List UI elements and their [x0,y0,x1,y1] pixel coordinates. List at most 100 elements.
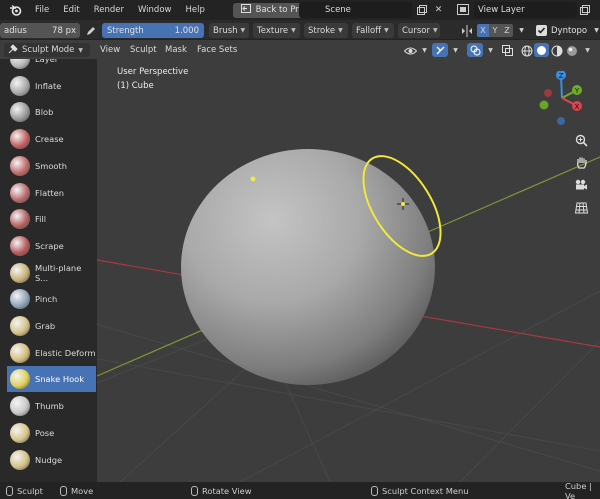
mode-label: Sculpt Mode [22,45,75,55]
menu-face-sets[interactable]: Face Sets [197,43,237,57]
strength-field[interactable]: Strength 1.000 [102,23,204,38]
copy-scene-icon[interactable] [415,3,428,16]
brush-pinch[interactable]: Pinch [7,286,96,312]
brush-snake-hook[interactable]: Snake Hook [7,366,96,393]
multi-plane-s-brush-icon [10,262,30,283]
view-layer-selector[interactable]: View Layer [474,2,577,18]
pinch-brush-icon [10,289,30,310]
flatten-brush-icon [10,182,30,203]
status-rotate-hint: Rotate View [191,482,252,499]
delete-scene-icon[interactable]: ✕ [432,3,445,16]
brush-label: Elastic Deform [35,347,96,358]
symmetry-x-toggle[interactable]: X [477,24,489,37]
dyntopo-checkbox[interactable] [535,24,548,37]
menu-help[interactable]: Help [178,0,211,20]
brush-label: Nudge [35,454,63,465]
falloff-dropdown-label: Falloff [356,25,382,36]
brush-pose[interactable]: Pose [7,420,96,446]
brush-thumb[interactable]: Thumb [7,393,96,419]
camera-icon[interactable] [572,176,590,194]
rendered-shading-icon[interactable] [565,44,578,57]
menu-edit[interactable]: Edit [56,0,86,20]
mouse-right-icon [371,485,378,496]
inflate-brush-icon [10,75,30,96]
scrape-brush-icon [10,235,30,256]
brush-blob[interactable]: Blob [7,99,96,125]
brush-label: Crease [35,134,64,145]
menu-window[interactable]: Window [131,0,179,20]
brush-label: Snake Hook [35,374,85,385]
symmetry-y-toggle[interactable]: Y [489,24,501,37]
stroke-dropdown-label: Stroke [308,25,336,36]
fill-brush-icon [10,209,30,230]
symmetry-z-toggle[interactable]: Z [501,24,513,37]
elastic-deform-brush-icon [10,342,30,363]
brush-label: Grab [35,321,56,331]
brush-nudge[interactable]: Nudge [7,447,96,473]
visibility-eye-icon[interactable] [404,44,417,57]
overlays-toggle-icon[interactable] [467,43,483,57]
brush-scrape[interactable]: Scrape [7,233,96,259]
pose-brush-icon [10,422,30,443]
chevron-down-icon[interactable]: ▼ [590,24,600,37]
brush-inflate[interactable]: Inflate [7,73,96,99]
pen-pressure-icon[interactable] [84,24,97,37]
brush-grab[interactable]: Grab [7,313,96,339]
texture-dropdown-label: Texture [257,25,289,36]
gizmo-toggle-icon[interactable] [432,43,448,57]
menu-file[interactable]: File [28,0,56,20]
menu-sculpt[interactable]: Sculpt [130,43,157,57]
view-layer-icon [456,3,469,16]
material-shading-icon[interactable] [550,44,563,57]
menu-view[interactable]: View [100,43,120,57]
menu-mask[interactable]: Mask [165,43,187,57]
navigation-gizmo[interactable]: Z Y X [534,71,584,141]
brush-flatten[interactable]: Flatten [7,180,96,206]
mouse-left-icon [6,485,13,496]
brush-label: Pinch [35,294,58,305]
svg-text:X: X [575,103,580,111]
chevron-down-icon[interactable]: ▼ [515,24,528,37]
stroke-dropdown[interactable]: Stroke ▼ [304,23,348,38]
brush-elastic-deform[interactable]: Elastic Deform [7,340,96,366]
sculpt-sphere [181,149,435,385]
sculpt-brush-icon [8,43,18,57]
solid-shading-icon[interactable] [534,43,549,57]
object-origin-dot [250,176,256,182]
falloff-dropdown[interactable]: Falloff ▼ [352,23,394,38]
menu-render[interactable]: Render [87,0,131,20]
chevron-down-icon[interactable]: ▼ [484,44,497,57]
chevron-down-icon: ▼ [240,27,246,34]
cursor-dropdown[interactable]: Cursor ▼ [398,23,440,38]
radius-field[interactable]: adius 78 px [0,23,80,38]
brush-dropdown[interactable]: Brush ▼ [209,23,249,38]
brush-smooth[interactable]: Smooth [7,153,96,179]
brush-toolbar: Layer Inflate Blob Crease Smooth Flatten Fill S… [0,59,97,482]
viewport-header: Sculpt Mode ▼ View Sculpt Mask Face Sets… [0,41,600,59]
copy-view-layer-icon[interactable] [578,3,591,16]
zoom-icon[interactable] [572,131,590,149]
chevron-down-icon: ▼ [384,27,389,34]
status-scene-stats: Cube | Ve [565,481,600,499]
symmetry-icon[interactable] [460,24,473,37]
scene-selector[interactable]: Scene [299,2,412,18]
layer-brush-icon [10,59,30,69]
texture-dropdown[interactable]: Texture ▼ [253,23,300,38]
brush-label: Scrape [35,240,64,251]
brush-fill[interactable]: Fill [7,206,96,232]
snake-hook-brush-icon [10,369,30,390]
grid-view-icon[interactable] [572,199,590,217]
brush-multi-plane-s[interactable]: Multi-plane S... [7,260,96,286]
xray-toggle-icon[interactable] [501,44,514,57]
grab-brush-icon [10,316,30,336]
wireframe-shading-icon[interactable] [520,44,533,57]
chevron-down-icon[interactable]: ▼ [418,44,431,57]
chevron-down-icon[interactable]: ▼ [449,44,462,57]
brush-layer[interactable]: Layer [7,59,96,72]
blender-logo-icon[interactable] [8,3,22,17]
pan-hand-icon[interactable] [572,153,590,171]
brush-crease[interactable]: Crease [7,126,96,152]
mode-selector[interactable]: Sculpt Mode ▼ [4,43,90,57]
brush-label: Multi-plane S... [35,262,82,283]
chevron-down-icon[interactable]: ▼ [581,44,594,57]
